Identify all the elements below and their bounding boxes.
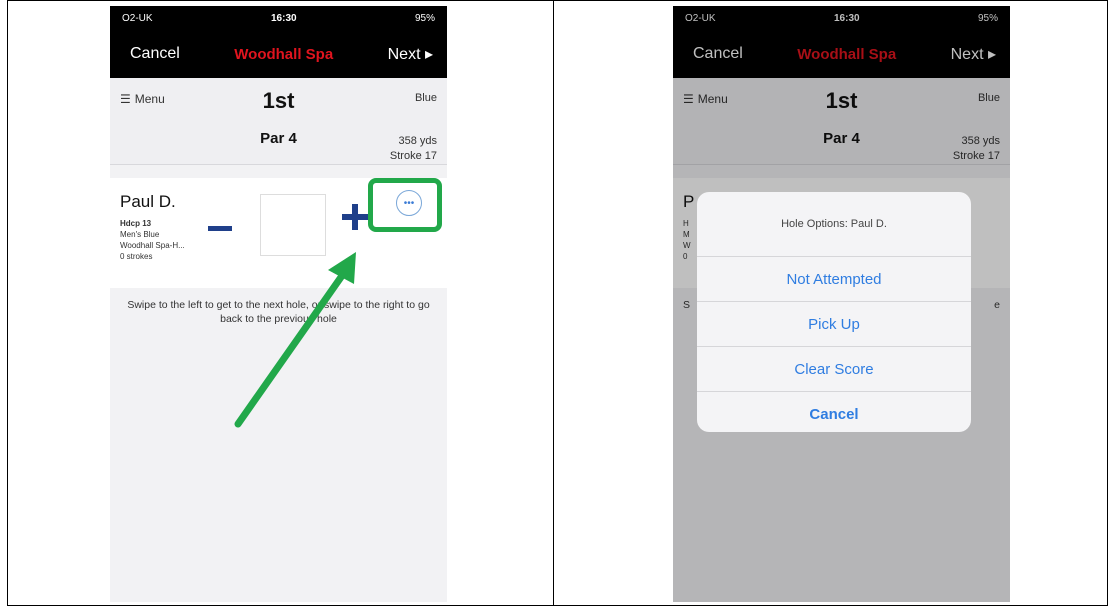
- dialog-cancel-button[interactable]: Cancel: [697, 392, 971, 432]
- pick-up-button[interactable]: Pick Up: [697, 302, 971, 347]
- dialog-title: Hole Options: Paul D.: [697, 192, 971, 257]
- clear-score-button[interactable]: Clear Score: [697, 347, 971, 392]
- hole-options-dialog: Hole Options: Paul D. Not Attempted Pick…: [697, 192, 971, 432]
- phone-screen-after: O2-UK 16:30 95% Cancel Woodhall Spa Next…: [673, 6, 1010, 602]
- not-attempted-button[interactable]: Not Attempted: [697, 257, 971, 302]
